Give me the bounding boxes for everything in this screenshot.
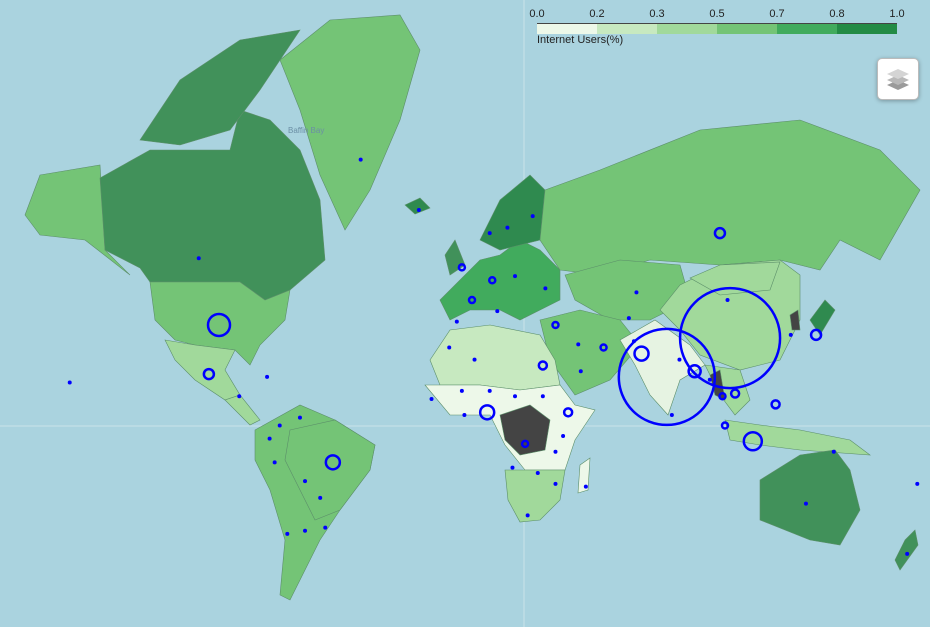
world-map[interactable]: Baffin Bay (0, 0, 930, 627)
legend-tick: 0.8 (829, 8, 845, 20)
marker-kazakhstan[interactable] (634, 290, 639, 295)
marker-sudan[interactable] (540, 394, 545, 399)
marker-spain[interactable] (454, 319, 459, 324)
marker-zambia[interactable] (535, 471, 540, 476)
marker-iraq[interactable] (576, 342, 581, 347)
marker-australia[interactable] (803, 501, 808, 506)
legend-tick: 1.0 (889, 8, 905, 20)
marker-ghana[interactable] (462, 412, 467, 417)
legend-bin (777, 24, 837, 34)
legend-tick: 0.7 (769, 8, 785, 20)
marker-peru[interactable] (272, 460, 277, 465)
marker-morocco[interactable] (447, 345, 452, 350)
marker-norway[interactable] (487, 231, 492, 236)
layer-control-button[interactable] (877, 58, 919, 100)
marker-afghanistan[interactable] (631, 339, 636, 344)
marker-madagascar[interactable] (583, 484, 588, 489)
marker-guatemala[interactable] (237, 394, 242, 399)
legend-color-bar (537, 23, 897, 34)
marker-mali[interactable] (459, 388, 464, 393)
marker-chile[interactable] (285, 531, 290, 536)
marker-mozambique[interactable] (553, 481, 558, 486)
marker-bolivia[interactable] (303, 479, 308, 484)
marker-colombia[interactable] (277, 423, 282, 428)
marker-mongolia[interactable] (725, 298, 730, 303)
marker-kenya[interactable] (561, 434, 566, 438)
marker-chad[interactable] (513, 394, 518, 399)
marker-venezuela[interactable] (297, 415, 302, 420)
marker-poland[interactable] (513, 274, 518, 279)
legend-title: Internet Users(%) (537, 34, 624, 46)
marker-algeria[interactable] (472, 357, 477, 362)
marker-new-zealand[interactable] (905, 551, 910, 556)
legend-tick: 0.5 (709, 8, 725, 20)
marker-italy[interactable] (495, 309, 500, 314)
marker-nepal[interactable] (677, 357, 682, 362)
marker-ecuador[interactable] (267, 436, 272, 441)
legend-bin (537, 24, 597, 34)
marker-sweden[interactable] (505, 225, 510, 230)
marker-argentina[interactable] (303, 528, 308, 533)
marker-korea[interactable] (788, 332, 793, 337)
marker-iceland[interactable] (416, 208, 421, 213)
marker-finland[interactable] (530, 214, 535, 219)
marker-cuba[interactable] (265, 374, 270, 379)
marker-fiji[interactable] (915, 481, 920, 486)
marker-saudi-arabia[interactable] (578, 369, 583, 374)
marker-niger[interactable] (487, 388, 492, 393)
legend-bin (597, 24, 657, 34)
legend-bin (657, 24, 717, 34)
marker-papua-new-guinea[interactable] (831, 449, 836, 454)
marker-greenland[interactable] (358, 157, 363, 162)
legend-bin (717, 24, 777, 34)
baffin-bay-label: Baffin Bay (288, 126, 324, 135)
marker-south-africa[interactable] (525, 513, 530, 518)
marker-uruguay[interactable] (323, 525, 328, 530)
legend-tick: 0.3 (649, 8, 665, 20)
marker-canada[interactable] (196, 256, 201, 261)
legend-tick: 0.2 (589, 8, 605, 20)
marker-myanmar[interactable] (707, 377, 712, 382)
marker-paraguay[interactable] (318, 495, 323, 500)
marker-uzbekistan[interactable] (626, 316, 631, 321)
marker-sri-lanka[interactable] (669, 412, 674, 417)
marker-hawaii[interactable] (67, 380, 72, 385)
legend-bin (837, 24, 897, 34)
marker-tanzania[interactable] (553, 449, 558, 454)
layers-icon (887, 69, 909, 90)
marker-angola[interactable] (510, 465, 515, 470)
legend-tick: 0.0 (529, 8, 545, 20)
marker-ukraine[interactable] (543, 286, 548, 291)
marker-senegal[interactable] (429, 396, 434, 401)
